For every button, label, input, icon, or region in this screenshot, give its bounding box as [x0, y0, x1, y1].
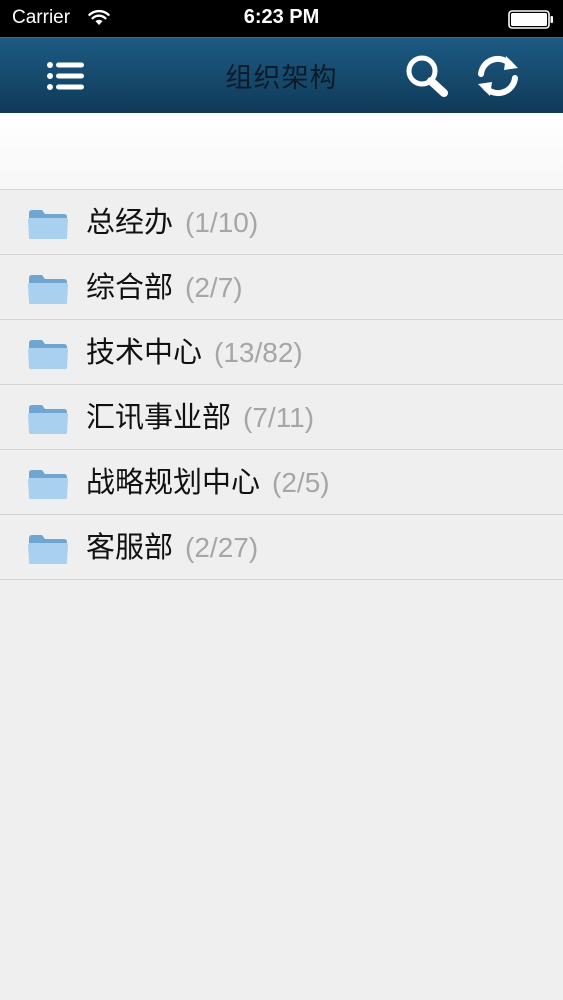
department-count: (13/82)	[214, 337, 303, 368]
department-count: (2/27)	[185, 532, 259, 563]
department-list: 总经办 (1/10) 综合部 (2/7) 技术中心 (13/82) 汇讯事业部 …	[0, 190, 563, 580]
department-row[interactable]: 综合部 (2/7)	[0, 255, 563, 320]
department-row[interactable]: 技术中心 (13/82)	[0, 320, 563, 385]
department-count: (2/5)	[272, 467, 330, 498]
department-row[interactable]: 汇讯事业部 (7/11)	[0, 385, 563, 450]
department-count: (2/7)	[185, 272, 243, 303]
search-icon[interactable]	[398, 50, 458, 102]
department-name: 综合部	[86, 270, 174, 304]
department-row[interactable]: 总经办 (1/10)	[0, 190, 563, 255]
refresh-icon[interactable]	[468, 50, 528, 102]
folder-icon	[28, 535, 68, 564]
department-count: (1/10)	[185, 207, 259, 238]
department-name: 总经办	[86, 205, 174, 239]
page-title: 组织架构	[225, 63, 338, 94]
department-name: 战略规划中心	[86, 465, 261, 499]
status-bar: Carrier 6:23 PM	[0, 0, 563, 37]
folder-icon	[28, 340, 68, 369]
list-menu-icon[interactable]	[36, 50, 98, 102]
folder-icon	[28, 405, 68, 434]
list-header	[0, 113, 563, 190]
navigation-bar: 组织架构	[0, 37, 563, 114]
clock: 6:23 PM	[243, 6, 320, 28]
department-name: 客服部	[86, 530, 174, 564]
folder-icon	[28, 210, 68, 239]
department-count: (7/11)	[243, 402, 315, 433]
battery-icon	[508, 10, 553, 29]
department-name: 汇讯事业部	[86, 400, 232, 434]
department-name: 技术中心	[86, 335, 203, 369]
department-row[interactable]: 战略规划中心 (2/5)	[0, 450, 563, 515]
content-area: 总经办 (1/10) 综合部 (2/7) 技术中心 (13/82) 汇讯事业部 …	[0, 113, 563, 1000]
folder-icon	[28, 470, 68, 499]
department-row[interactable]: 客服部 (2/27)	[0, 515, 563, 580]
folder-icon	[28, 275, 68, 304]
